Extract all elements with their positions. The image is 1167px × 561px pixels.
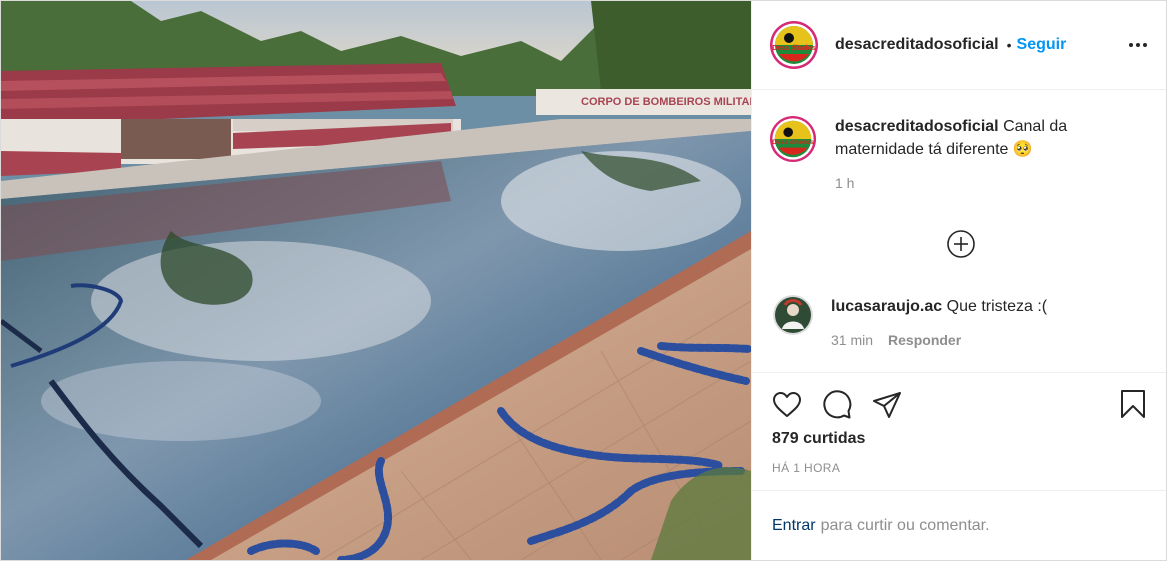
- more-options-icon: [1129, 43, 1147, 47]
- share-button[interactable]: [871, 389, 903, 421]
- follow-separator: •: [1006, 37, 1012, 53]
- image-sign-text: CORPO DE BOMBEIROS MILITAR: [581, 96, 751, 108]
- comment-icon: [823, 390, 852, 419]
- caption-username[interactable]: desacreditadosoficial: [835, 118, 999, 135]
- caption-meta: 1 h: [835, 172, 1095, 195]
- login-prompt: Entrar para curtir ou comentar.: [752, 490, 1166, 560]
- comment-text: Que tristeza :(: [946, 298, 1048, 315]
- reply-button[interactable]: Responder: [888, 329, 961, 352]
- comment-button[interactable]: [821, 389, 853, 421]
- login-prompt-text: para curtir ou comentar.: [820, 516, 990, 534]
- post-actions: 879 curtidas HÁ 1 HORA: [752, 372, 1166, 490]
- desacreditados-logo-icon: Desa ditados: [770, 21, 818, 69]
- share-icon: [873, 392, 901, 418]
- desacreditados-logo-icon: Desa ditados: [769, 115, 817, 163]
- post-header: Desa ditados desacreditadosoficial • Seg…: [752, 1, 1166, 90]
- action-icons: [771, 389, 903, 421]
- follow-button[interactable]: Seguir: [1017, 36, 1067, 54]
- caption-comment: Desa ditados desacreditadosoficial Canal…: [769, 115, 1095, 195]
- user-avatar-icon: [773, 295, 813, 335]
- caption-avatar[interactable]: Desa ditados: [769, 115, 817, 163]
- comments-section: Desa ditados desacreditadosoficial Canal…: [752, 90, 1166, 372]
- caption-body: desacreditadosoficial Canal da maternida…: [835, 115, 1095, 195]
- post-timestamp[interactable]: HÁ 1 HORA: [772, 461, 840, 475]
- instagram-post: CORPO DE BOMBEIROS MILITAR Desa ditados …: [0, 0, 1167, 561]
- commenter-avatar[interactable]: [773, 295, 813, 335]
- plus-circle-icon: [947, 230, 975, 258]
- more-options-button[interactable]: [1126, 33, 1150, 57]
- likes-count[interactable]: 879 curtidas: [772, 430, 865, 448]
- author-username[interactable]: desacreditadosoficial: [835, 36, 999, 54]
- save-button[interactable]: [1117, 388, 1149, 420]
- login-link[interactable]: Entrar: [772, 517, 816, 535]
- post-photo[interactable]: CORPO DE BOMBEIROS MILITAR: [1, 1, 751, 560]
- bookmark-icon: [1121, 390, 1145, 418]
- comment-meta: 31 min Responder: [831, 329, 1047, 352]
- avatar-logo-text: Desa ditados: [772, 45, 816, 52]
- like-button[interactable]: [771, 389, 803, 421]
- heart-icon: [773, 392, 801, 417]
- post-sidebar: Desa ditados desacreditadosoficial • Seg…: [751, 1, 1166, 560]
- author-avatar[interactable]: Desa ditados: [769, 20, 819, 70]
- comment-username[interactable]: lucasaraujo.ac: [831, 298, 942, 315]
- caption-time[interactable]: 1 h: [835, 172, 854, 195]
- comment-body: lucasaraujo.ac Que tristeza :( 31 min Re…: [831, 295, 1047, 352]
- avatar-logo-text: Desa ditados: [772, 139, 814, 146]
- comment-item: lucasaraujo.ac Que tristeza :( 31 min Re…: [769, 295, 1047, 352]
- load-more-comments-button[interactable]: [945, 228, 977, 260]
- comment-time[interactable]: 31 min: [831, 329, 873, 352]
